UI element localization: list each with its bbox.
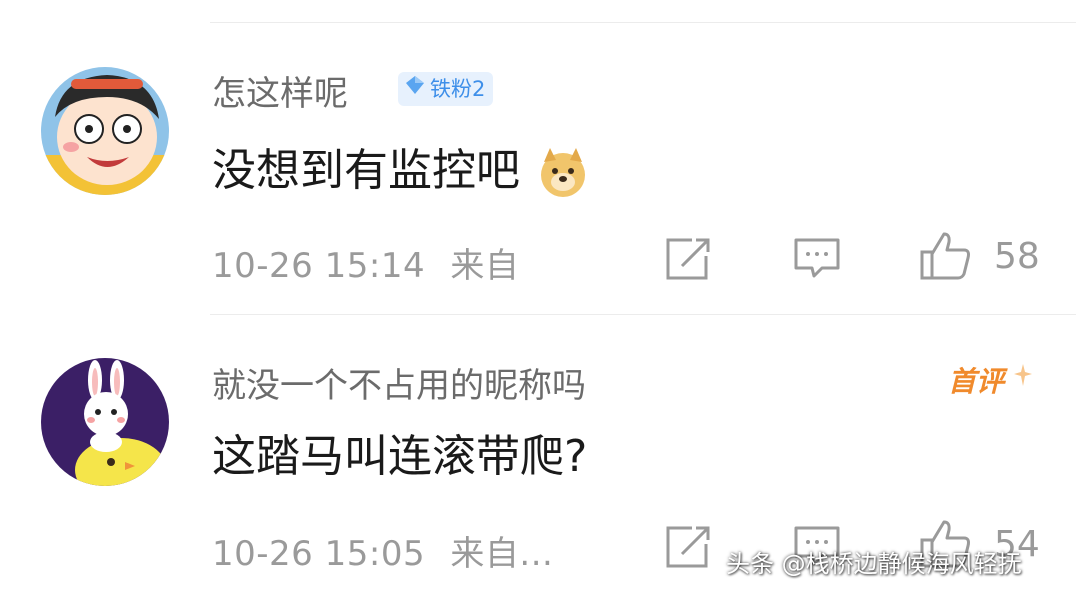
first-comment-tag: 首评 [948, 360, 1032, 400]
fan-badge[interactable]: 铁粉2 [398, 72, 494, 106]
comment-text-1: 没想到有监控吧 [212, 134, 590, 200]
comment-meta-2: 10-26 15:05 来自... [212, 526, 553, 575]
source-label: 来自 [450, 246, 520, 286]
share-icon[interactable] [664, 524, 714, 570]
avatar-comment-1[interactable] [41, 67, 169, 195]
comment-divider [210, 314, 1076, 315]
share-icon[interactable] [664, 236, 714, 282]
like-count: 58 [994, 236, 1040, 277]
sparkle-icon [1013, 360, 1032, 393]
doge-emoji-icon [536, 146, 590, 200]
comment-meta-1: 10-26 15:14 来自 [212, 238, 519, 287]
source-label: 来自... [450, 534, 554, 574]
username-comment-1[interactable]: 怎这样呢 [212, 66, 348, 115]
comment-body: 没想到有监控吧 [212, 145, 520, 196]
timestamp: 10-26 15:14 [212, 246, 426, 286]
first-comment-label: 首评 [948, 365, 1005, 398]
diamond-icon [404, 72, 426, 106]
avatar-comment-2[interactable] [41, 358, 169, 486]
reply-icon[interactable] [792, 236, 842, 282]
top-divider [210, 22, 1076, 23]
timestamp: 10-26 15:05 [212, 534, 426, 574]
comment-body: 这踏马叫连滚带爬? [212, 431, 588, 482]
comment-text-2: 这踏马叫连滚带爬? [212, 420, 587, 484]
username-comment-2[interactable]: 就没一个不占用的昵称吗 [212, 358, 586, 407]
like-icon[interactable] [918, 230, 970, 280]
watermark: 头条 @栈桥边静候海风轻抚 [726, 550, 1022, 578]
fan-badge-label: 铁粉2 [430, 77, 486, 101]
